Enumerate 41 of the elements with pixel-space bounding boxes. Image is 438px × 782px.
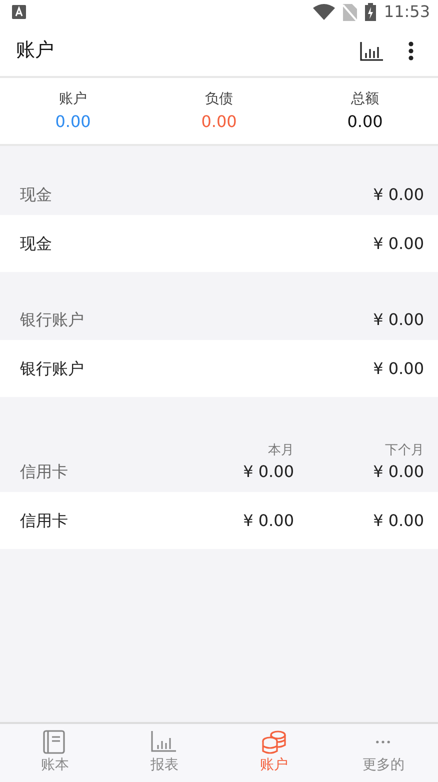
account-name: 现金 [20, 232, 53, 254]
nav-tab[interactable]: 账户 [219, 724, 328, 782]
account-name: 信用卡 [20, 510, 69, 532]
summary-value: 0.00 [347, 110, 383, 132]
status-time: 11:53 [384, 1, 430, 23]
group-title: 信用卡 [20, 461, 69, 483]
book-icon [42, 730, 68, 755]
column-label: 本月 [268, 442, 294, 460]
group-title: 现金 [20, 184, 53, 206]
wifi-icon [312, 4, 335, 20]
overflow-menu-icon [408, 40, 414, 61]
summary-label: 负债 [205, 90, 233, 108]
coin-stack-icon [260, 730, 287, 755]
notification-icon [12, 5, 26, 19]
nav-tab[interactable]: 报表 [110, 724, 219, 782]
account-name: 银行账户 [20, 358, 85, 380]
group-total: ¥ 0.00 [373, 308, 424, 330]
account-amount: ¥ 0.00 [243, 510, 294, 530]
nav-tab[interactable]: 更多的 [328, 724, 438, 782]
screen-title: 账户 [16, 38, 55, 63]
account-amount: ¥ 0.00 [373, 358, 424, 378]
no-sim-icon [342, 4, 357, 20]
nav-tab[interactable]: 账本 [0, 724, 110, 782]
group-total: ¥ 0.00 [373, 461, 424, 483]
more-icon [376, 740, 390, 744]
account-amount: ¥ 0.00 [373, 234, 424, 252]
account-row[interactable]: 信用卡 ¥ 0.00 ¥ 0.00 [0, 492, 438, 549]
chart-icon [151, 730, 178, 755]
account-row[interactable]: 现金 ¥ 0.00 [0, 215, 438, 272]
group-total: ¥ 0.00 [373, 184, 424, 206]
summary-value: 0.00 [55, 110, 91, 132]
chart-icon [360, 40, 384, 61]
battery-icon [364, 3, 376, 21]
account-amount: ¥ 0.00 [373, 510, 424, 530]
group-total: ¥ 0.00 [243, 461, 294, 483]
account-row[interactable]: 银行账户 ¥ 0.00 [0, 340, 438, 397]
summary-label: 账户 [59, 90, 87, 108]
summary-label: 总额 [351, 90, 379, 108]
summary-value: 0.00 [201, 110, 237, 132]
group-title: 银行账户 [20, 308, 85, 330]
column-label: 下个月 [385, 442, 424, 460]
